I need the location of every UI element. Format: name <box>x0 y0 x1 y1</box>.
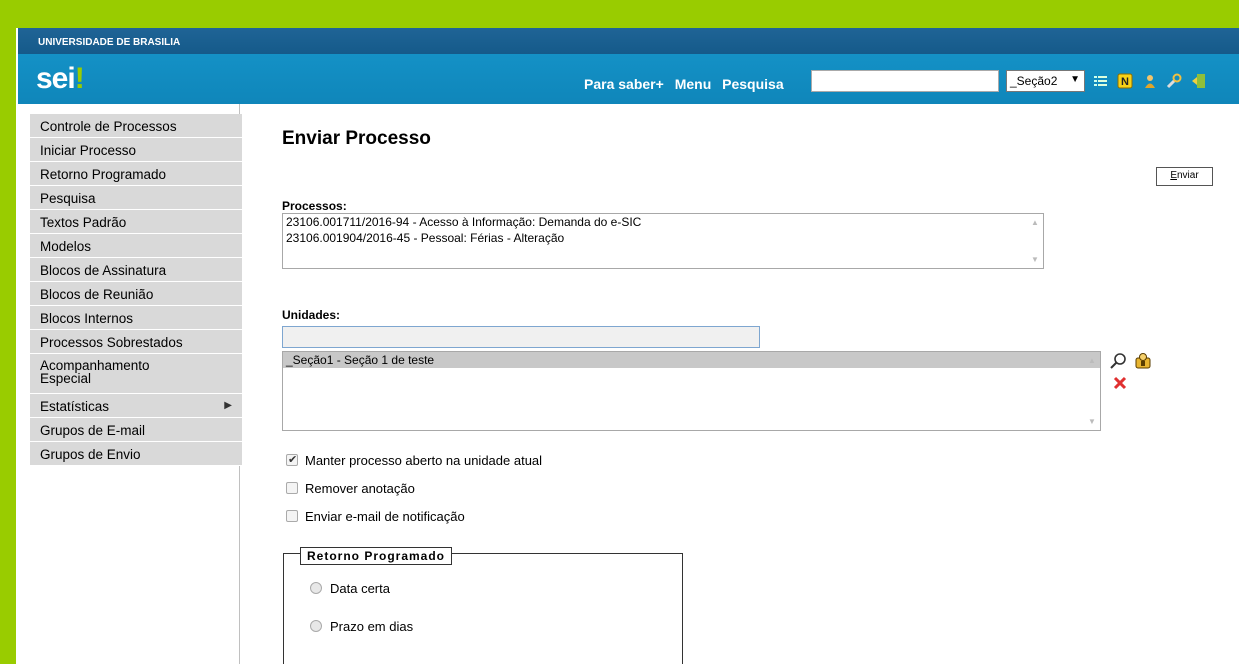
sidebar-item-iniciar-processo[interactable]: Iniciar Processo <box>30 138 242 162</box>
date-option[interactable]: Data certa <box>310 581 390 596</box>
sidebar-item-grupos-envio[interactable]: Grupos de Envio <box>30 442 242 466</box>
option-label: Remover anotação <box>305 481 415 496</box>
return-scheduled-group <box>283 553 683 664</box>
logo-mark: ! <box>74 62 85 95</box>
nav-menu[interactable]: Menu <box>675 76 712 92</box>
sidebar-item-estatisticas[interactable]: Estatísticas ▶ <box>30 394 242 418</box>
sidebar-item-label: Pesquisa <box>40 191 96 206</box>
radio-label: Prazo em dias <box>330 619 414 634</box>
scrollbar[interactable]: ▲ ▼ <box>1027 214 1043 268</box>
scrollbar[interactable]: ▲ ▼ <box>1084 352 1100 430</box>
sidebar-item-acompanhamento-especial[interactable]: Acompanhamento Especial <box>30 354 242 394</box>
header-nav: Para saber+ Menu Pesquisa <box>584 76 791 92</box>
remove-annotation-option[interactable]: Remover anotação <box>286 481 415 496</box>
outer-frame: UNIVERSIDADE DE BRASILIA sei! Para saber… <box>0 0 1239 664</box>
nav-para-saber[interactable]: Para saber+ <box>584 76 664 92</box>
wrench-icon[interactable] <box>1166 73 1182 89</box>
scroll-down-icon: ▼ <box>1088 417 1096 426</box>
nav-pesquisa[interactable]: Pesquisa <box>722 76 783 92</box>
chevron-down-icon: ▼ <box>1070 74 1080 85</box>
sidebar-item-label: Modelos <box>40 239 92 254</box>
sidebar-item-label: Grupos de E-mail <box>40 423 146 438</box>
sidebar-item-blocos-assinatura[interactable]: Blocos de Assinatura <box>30 258 242 282</box>
sidebar-item-label: Blocos Internos <box>40 311 134 326</box>
sidebar-item-controle-processos[interactable]: Controle de Processos <box>30 114 242 138</box>
exit-icon[interactable] <box>1191 73 1207 89</box>
units-label: Unidades: <box>282 308 341 322</box>
scroll-up-icon: ▲ <box>1031 218 1039 227</box>
user-icon[interactable] <box>1142 73 1158 89</box>
sidebar-item-blocos-reuniao[interactable]: Blocos de Reunião <box>30 282 242 306</box>
header-icons: N <box>1093 72 1211 92</box>
sidebar-item-processos-sobrestados[interactable]: Processos Sobrestados <box>30 330 242 354</box>
date-radio[interactable] <box>310 582 322 594</box>
sidebar-item-label: Processos Sobrestados <box>40 335 183 350</box>
university-bar: UNIVERSIDADE DE BRASILIA <box>18 28 1239 54</box>
units-search-input[interactable] <box>282 326 760 348</box>
list-item[interactable]: 23106.001711/2016-94 - Acesso à Informaç… <box>283 214 1043 230</box>
option-label: Manter processo aberto na unidade atual <box>305 453 543 468</box>
scroll-up-icon: ▲ <box>1088 356 1096 365</box>
search-input[interactable] <box>811 70 999 92</box>
app-window: UNIVERSIDADE DE BRASILIA sei! Para saber… <box>16 28 1239 664</box>
logo-text: sei <box>36 62 76 95</box>
list-icon[interactable] <box>1093 73 1109 89</box>
remove-annotation-checkbox[interactable] <box>286 482 298 494</box>
sidebar-item-label: Estatísticas <box>40 399 110 414</box>
email-notification-option[interactable]: Enviar e-mail de notificação <box>286 509 465 524</box>
email-notification-checkbox[interactable] <box>286 510 298 522</box>
page-title: Enviar Processo <box>282 128 431 149</box>
notes-icon[interactable]: N <box>1117 73 1133 89</box>
list-item[interactable]: _Seção1 - Seção 1 de teste <box>283 352 1100 368</box>
sidebar-item-label: Blocos de Assinatura <box>40 263 167 278</box>
search-icon[interactable] <box>1109 352 1127 375</box>
unit-select-value: _Seção2 <box>1010 74 1058 88</box>
list-item[interactable]: 23106.001904/2016-45 - Pessoal: Férias -… <box>283 230 1043 246</box>
sidebar-item-grupos-email[interactable]: Grupos de E-mail <box>30 418 242 442</box>
sidebar-item-label: Textos Padrão <box>40 215 127 230</box>
sidebar-item-blocos-internos[interactable]: Blocos Internos <box>30 306 242 330</box>
sidebar-item-label: Acompanhamento Especial <box>40 358 150 386</box>
sidebar-item-textos-padrao[interactable]: Textos Padrão <box>30 210 242 234</box>
sidebar: Controle de Processos Iniciar Processo R… <box>18 104 242 664</box>
scroll-down-icon: ▼ <box>1031 255 1039 264</box>
sidebar-item-modelos[interactable]: Modelos <box>30 234 242 258</box>
remove-icon[interactable] <box>1112 375 1128 396</box>
option-label: Enviar e-mail de notificação <box>305 509 465 524</box>
sidebar-item-label: Retorno Programado <box>40 167 167 182</box>
sidebar-menu: Controle de Processos Iniciar Processo R… <box>30 114 242 466</box>
send-button[interactable]: Enviar <box>1156 167 1213 186</box>
svg-text:N: N <box>1121 76 1129 88</box>
main-header: sei! Para saber+ Menu Pesquisa _Seção2 ▼… <box>18 54 1239 104</box>
unit-select[interactable]: _Seção2 ▼ <box>1006 70 1085 92</box>
radio-label: Data certa <box>330 581 390 596</box>
university-name: UNIVERSIDADE DE BRASILIA <box>38 37 181 48</box>
org-unit-icon[interactable] <box>1134 352 1152 375</box>
processes-list[interactable]: 23106.001711/2016-94 - Acesso à Informaç… <box>282 213 1044 269</box>
keep-open-checkbox[interactable] <box>286 453 298 466</box>
return-scheduled-legend: Retorno Programado <box>300 547 453 565</box>
keep-open-option[interactable]: Manter processo aberto na unidade atual <box>286 453 542 468</box>
sidebar-item-pesquisa[interactable]: Pesquisa <box>30 186 242 210</box>
submenu-arrow-icon: ▶ <box>224 400 232 411</box>
sidebar-item-label: Blocos de Reunião <box>40 287 154 302</box>
units-list[interactable]: _Seção1 - Seção 1 de teste ▲ ▼ <box>282 351 1101 431</box>
days-radio[interactable] <box>310 620 322 632</box>
sidebar-item-label: Controle de Processos <box>40 119 177 134</box>
days-option[interactable]: Prazo em dias <box>310 619 413 634</box>
sei-logo[interactable]: sei! <box>36 62 85 96</box>
processes-label: Processos: <box>282 199 347 213</box>
sidebar-item-label: Iniciar Processo <box>40 143 137 158</box>
sidebar-item-retorno-programado[interactable]: Retorno Programado <box>30 162 242 186</box>
sidebar-item-label: Grupos de Envio <box>40 447 141 462</box>
